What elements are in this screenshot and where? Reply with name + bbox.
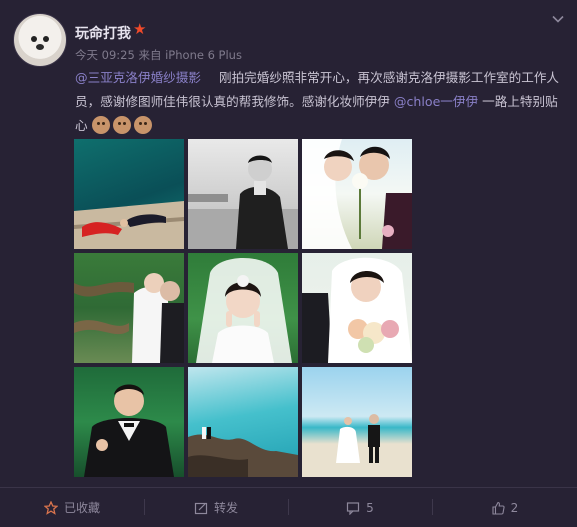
comment-count: 5	[366, 500, 374, 515]
photo-grid	[74, 139, 413, 478]
action-separator	[432, 499, 433, 515]
user-name[interactable]: 玩命打我	[75, 23, 131, 43]
chevron-down-icon[interactable]	[551, 12, 565, 26]
repost-icon	[194, 502, 208, 514]
repost-button[interactable]: 转发	[144, 488, 288, 527]
bear-emoji-icon	[112, 116, 131, 134]
comment-button[interactable]: 5	[288, 488, 432, 527]
like-count: 2	[510, 500, 519, 515]
post-meta: 今天 09:25 来自 iPhone 6 Plus	[75, 47, 242, 63]
bear-emoji-icon	[91, 116, 110, 134]
photo-bride-smile[interactable]	[188, 253, 298, 363]
photo-forest-couple[interactable]	[74, 253, 184, 363]
favorite-button[interactable]: 已收藏	[0, 488, 144, 527]
favorite-label: 已收藏	[63, 501, 100, 515]
photo-kiss-rose[interactable]	[302, 139, 412, 249]
avatar[interactable]	[13, 13, 67, 67]
like-button[interactable]: 2	[432, 488, 577, 527]
mention-studio-link[interactable]: @三亚克洛伊婚纱摄影	[75, 70, 201, 85]
source-device[interactable]: iPhone 6 Plus	[165, 48, 242, 62]
photo-sea-rocks[interactable]	[188, 367, 298, 477]
mention-makeup-link[interactable]: @chloe一伊伊	[394, 94, 478, 109]
photo-beach-walk[interactable]	[302, 367, 412, 477]
weibo-post-card: 玩命打我 ★ 今天 09:25 来自 iPhone 6 Plus @三亚克洛伊婚…	[0, 0, 577, 527]
source-label: 来自	[138, 48, 162, 62]
action-separator	[288, 499, 289, 515]
post-time[interactable]: 今天 09:25	[75, 48, 135, 62]
action-separator	[144, 499, 145, 515]
vip-star-icon[interactable]: ★	[133, 20, 146, 38]
photo-yacht-lying[interactable]	[74, 139, 184, 249]
photo-groom-bw[interactable]	[188, 139, 298, 249]
thumbs-up-icon	[492, 501, 505, 515]
star-outline-icon	[43, 500, 58, 515]
comment-icon	[347, 501, 360, 515]
bear-emoji-icon	[133, 116, 152, 134]
repost-label: 转发	[213, 501, 238, 515]
photo-bride-bouquet[interactable]	[302, 253, 412, 363]
post-text: @三亚克洛伊婚纱摄影 刚拍完婚纱照非常开心，再次感谢克洛伊摄影工作室的工作人员，…	[75, 66, 567, 138]
photo-groom-tropical[interactable]	[74, 367, 184, 477]
